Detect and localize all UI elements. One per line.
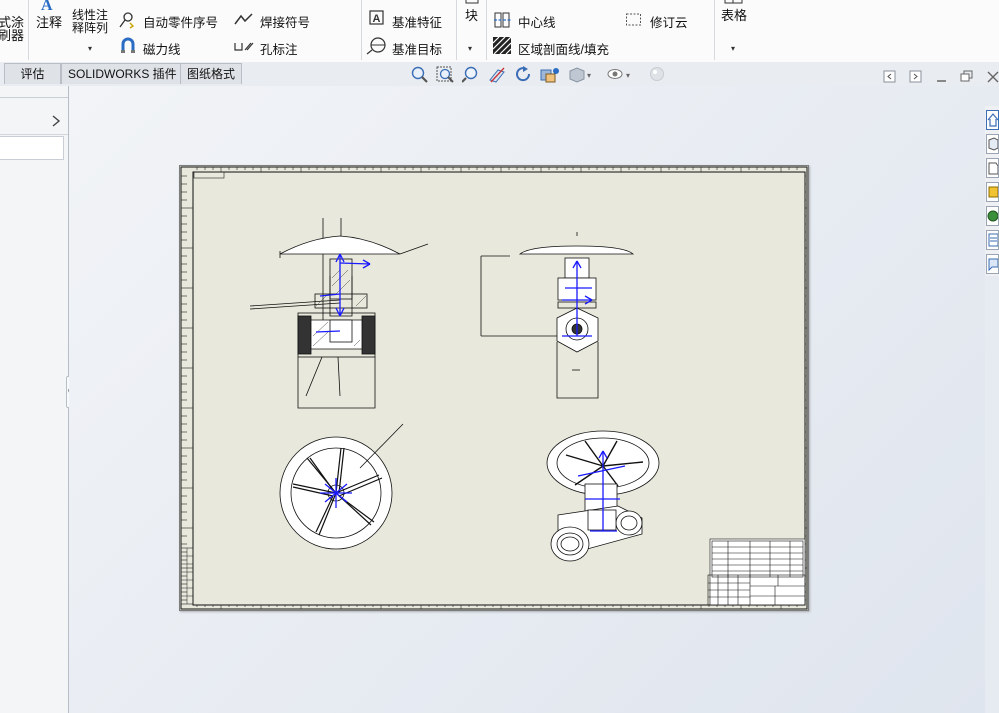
3d-part-icon[interactable] — [986, 134, 999, 154]
drawing-sheet-graphic — [180, 166, 808, 610]
linear-note-pattern-label-2[interactable]: 释阵列 — [72, 19, 108, 36]
chevron-down-icon[interactable]: ▾ — [88, 44, 92, 53]
chevron-down-icon[interactable]: ▾ — [731, 44, 735, 53]
filter-input[interactable] — [0, 136, 64, 160]
tab-sheet-format[interactable]: 图纸格式 — [180, 63, 243, 84]
previous-tile-icon[interactable] — [883, 70, 897, 84]
zoom-to-fit-icon[interactable] — [410, 66, 430, 84]
zoom-to-area-icon[interactable] — [436, 66, 456, 84]
task-pane-tabs — [985, 106, 999, 276]
tab-evaluate[interactable]: 评估 — [4, 63, 61, 84]
magnetic-line-button[interactable]: 磁力线 — [143, 39, 181, 58]
dynamic-annotation-icon[interactable] — [514, 66, 534, 84]
format-painter-label-2[interactable]: 刷器 — [0, 25, 24, 44]
command-tabs-bar: 评估 SOLIDWORKS 插件 图纸格式 ▾ ▾ — [0, 62, 999, 86]
design-library-icon[interactable] — [986, 182, 999, 202]
annotation-icon[interactable]: A — [39, 0, 59, 12]
appearances-icon[interactable] — [986, 230, 999, 250]
svg-text:A: A — [373, 13, 381, 25]
area-hatch-fill-button[interactable]: 区域剖面线/填充 — [518, 39, 609, 58]
home-icon[interactable] — [986, 110, 999, 130]
auto-balloon-button[interactable]: 自动零件序号 — [143, 12, 218, 31]
weld-symbol-icon — [234, 13, 253, 25]
tab-solidworks-addins[interactable]: SOLIDWORKS 插件 — [61, 63, 184, 84]
centerline-button[interactable]: 中心线 — [518, 12, 556, 31]
area-hatch-icon — [493, 37, 512, 55]
section-view-icon[interactable] — [488, 66, 508, 84]
close-icon[interactable] — [986, 70, 999, 84]
command-manager-ribbon: 式涂 刷器 A 注释 线性注 释阵列 ▾ 自动零件序号 磁力线 焊接符号 孔标注… — [0, 0, 999, 63]
chevron-down-icon[interactable]: ▾ — [468, 44, 472, 53]
hole-callout-icon — [234, 42, 254, 51]
next-tile-icon[interactable] — [909, 70, 923, 84]
datum-feature-button[interactable]: 基准特征 — [392, 12, 442, 31]
custom-properties-icon[interactable] — [986, 254, 999, 274]
auto-balloon-icon — [119, 12, 135, 29]
svg-text:▾: ▾ — [587, 71, 591, 80]
title-block[interactable] — [707, 538, 806, 606]
annotation-button[interactable]: 注释 — [36, 12, 62, 31]
svg-text:▾: ▾ — [626, 71, 630, 80]
revision-cloud-button[interactable]: 修订云 — [650, 12, 688, 31]
view-orientation-icon[interactable] — [540, 66, 562, 84]
hole-callout-button[interactable]: 孔标注 — [260, 39, 298, 58]
appearance-icon[interactable] — [648, 66, 666, 84]
revision-cloud-icon — [626, 13, 641, 26]
drawing-sheet[interactable] — [179, 165, 809, 611]
minimize-icon[interactable] — [935, 70, 949, 84]
weld-symbol-button[interactable]: 焊接符号 — [260, 12, 310, 31]
file-explorer-icon[interactable] — [986, 158, 999, 178]
graphics-area[interactable] — [69, 86, 985, 713]
chevron-right-icon[interactable] — [50, 114, 62, 128]
datum-feature-icon: A — [369, 10, 384, 25]
display-style-icon[interactable]: ▾ — [568, 66, 594, 84]
table-button[interactable]: 表格 — [721, 5, 747, 24]
block-button[interactable]: 块 — [465, 5, 478, 24]
magnetic-line-icon — [121, 37, 135, 53]
feature-manager-panel — [0, 86, 76, 713]
restore-icon[interactable] — [960, 70, 974, 84]
datum-target-button[interactable]: 基准目标 — [392, 39, 442, 58]
previous-view-icon[interactable] — [462, 66, 482, 84]
svg-text:A: A — [41, 0, 53, 12]
centerline-icon — [494, 12, 511, 28]
hide-show-items-icon[interactable]: ▾ — [606, 66, 632, 84]
datum-target-icon — [366, 37, 386, 55]
view-palette-icon[interactable] — [986, 206, 999, 226]
